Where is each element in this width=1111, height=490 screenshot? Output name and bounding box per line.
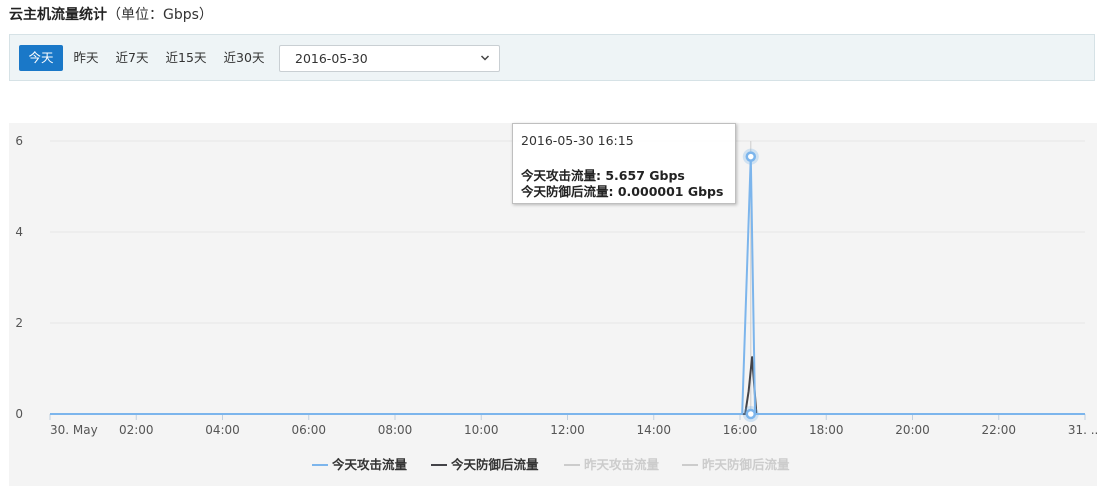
- x-tick-label: 04:00: [205, 423, 240, 437]
- date-select[interactable]: 2016-05-30: [279, 45, 500, 72]
- legend-line-swatch: [431, 464, 447, 466]
- range-15days-button[interactable]: 近15天: [162, 45, 210, 71]
- y-tick-label: 0: [15, 407, 23, 421]
- legend-label: 昨天攻击流量: [584, 457, 660, 472]
- chart-legend: 今天攻击流量 今天防御后流量 昨天攻击流量 昨天防御后流量: [9, 456, 1097, 474]
- peak-marker: [745, 151, 757, 162]
- range-yesterday-button[interactable]: 昨天: [69, 45, 103, 71]
- range-today-button[interactable]: 今天: [19, 45, 63, 71]
- filter-toolbar: 今天 昨天 近7天 近15天 近30天 2016-05-30: [9, 34, 1095, 81]
- page-title-unit: （单位：Gbps）: [107, 7, 213, 23]
- page-title-text: 云主机流量统计: [9, 7, 107, 23]
- legend-line-swatch: [564, 464, 580, 466]
- date-select-value: 2016-05-30: [295, 51, 368, 66]
- y-tick-label: 4: [15, 225, 23, 239]
- legend-line-swatch: [682, 464, 698, 466]
- legend-label: 今天攻击流量: [332, 457, 408, 472]
- x-tick-label: 30. May: [50, 423, 98, 437]
- legend-line-swatch: [312, 464, 328, 466]
- x-tick-label: 14:00: [636, 423, 671, 437]
- x-tick-label: 18:00: [809, 423, 844, 437]
- legend-label: 昨天防御后流量: [702, 457, 790, 472]
- tooltip-time: 2016-05-30 16:15: [521, 133, 634, 148]
- y-tick-label: 6: [15, 134, 23, 148]
- range-30days-button[interactable]: 近30天: [220, 45, 268, 71]
- legend-label: 今天防御后流量: [451, 457, 539, 472]
- x-tick-label: 20:00: [895, 423, 930, 437]
- base-marker: [745, 408, 757, 420]
- page-title: 云主机流量统计（单位：Gbps）: [9, 4, 213, 24]
- range-7days-button[interactable]: 近7天: [112, 45, 152, 71]
- x-tick-label: 22:00: [981, 423, 1016, 437]
- chart-tooltip: 2016-05-30 16:15 今天攻击流量: 5.657 Gbps 今天防御…: [512, 123, 736, 204]
- x-tick-label: 10:00: [464, 423, 499, 437]
- x-tick-label: 31. ...: [1068, 423, 1097, 437]
- x-tick-label: 02:00: [119, 423, 154, 437]
- chevron-down-icon: [480, 55, 490, 61]
- tooltip-defended-value: 今天防御后流量: 0.000001 Gbps: [521, 184, 724, 199]
- x-tick-label: 06:00: [291, 423, 326, 437]
- series-line-today-defended: [50, 356, 1085, 415]
- x-tick-label: 16:00: [723, 423, 758, 437]
- y-tick-label: 2: [15, 316, 23, 330]
- x-tick-label: 12:00: [550, 423, 585, 437]
- x-tick-label: 08:00: [378, 423, 413, 437]
